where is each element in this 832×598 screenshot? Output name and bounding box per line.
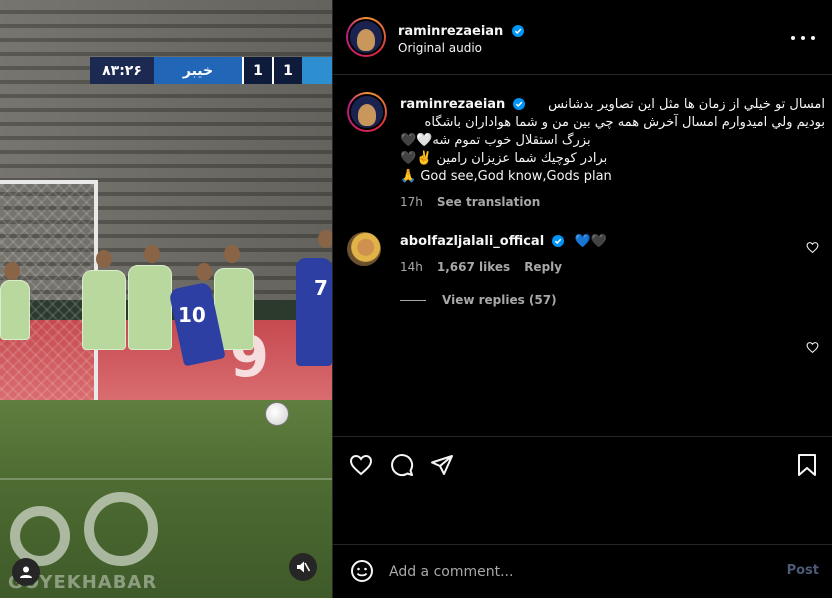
tagged-users-button[interactable] (12, 558, 40, 586)
wall-player (128, 265, 172, 350)
score-a: 1 (242, 57, 272, 84)
caption-username[interactable]: raminrezaeian (400, 97, 505, 112)
teammate-number: 7 (314, 276, 328, 300)
speaker-muted-icon (297, 561, 310, 573)
view-replies-label: View replies (57) (442, 293, 557, 307)
comment-text: 💙🖤 (574, 234, 607, 249)
comment-likes[interactable]: 1,667 likes (437, 260, 510, 274)
add-comment-bar: Post (333, 544, 832, 598)
caption-time: 17h (400, 195, 423, 209)
mute-button[interactable] (289, 553, 317, 581)
author-username[interactable]: raminrezaeian (398, 24, 503, 39)
action-bar (333, 436, 832, 546)
caption-line: بزرگ استقلال خوب تموم شه🤍🖤 (400, 133, 591, 148)
team-name: خیبر (154, 57, 242, 84)
comment-meta: 14h 1,667 likes Reply (400, 260, 562, 274)
like-comment-heart-icon[interactable] (806, 241, 819, 254)
verified-badge-icon (512, 25, 525, 37)
caption-meta: 17h See translation (400, 195, 540, 209)
scoreboard: ۸۳:۲۶ خیبر 1 1 (90, 57, 332, 84)
like-caption-heart-icon[interactable] (806, 341, 819, 354)
view-replies-button[interactable]: View replies (57) (400, 293, 557, 307)
comment-input[interactable] (389, 561, 749, 583)
teammate-player (296, 258, 332, 366)
verified-badge-icon (513, 98, 526, 110)
comment-time: 14h (400, 260, 423, 274)
video-player[interactable]: 9 10 7 ۸۳:۲۶ خیبر 1 1 GOYEKHABAR (0, 0, 332, 598)
commenter-avatar[interactable] (347, 232, 381, 266)
reply-button[interactable]: Reply (524, 260, 562, 274)
save-bookmark-icon[interactable] (796, 453, 818, 477)
shooter-number: 10 (178, 303, 206, 327)
score-b: 1 (272, 57, 302, 84)
wall-player (0, 280, 30, 340)
post-comment-button[interactable]: Post (787, 563, 819, 578)
see-translation-link[interactable]: See translation (437, 195, 540, 209)
user-icon (20, 566, 32, 578)
match-clock: ۸۳:۲۶ (90, 57, 154, 84)
caption-line: امسال تو خيلي از زمان ها مثل اين تصاوير … (548, 97, 825, 112)
post-header: raminrezaeian Original audio (333, 0, 832, 75)
emoji-smiley-icon[interactable] (350, 559, 374, 583)
caption-line: 🙏 God see,God know,Gods plan (400, 169, 612, 184)
wall-player (82, 270, 126, 350)
audio-label[interactable]: Original audio (398, 41, 482, 55)
caption-line: برادر کوچيك شما عزيزان رامين ✌️🖤 (400, 151, 608, 166)
team-badge (302, 57, 332, 84)
share-paper-plane-icon[interactable] (430, 453, 454, 477)
author-avatar[interactable] (346, 17, 386, 57)
caption-avatar[interactable] (347, 92, 387, 132)
caption-line: بوديم ولي اميدوارم امسال آخرش همه چي بين… (424, 115, 825, 130)
like-heart-icon[interactable] (349, 453, 373, 477)
football (265, 402, 289, 426)
more-options-button[interactable] (791, 28, 815, 48)
commenter-username[interactable]: abolfazljalali_offical (400, 234, 544, 249)
comment-icon[interactable] (390, 453, 414, 477)
verified-badge-icon (552, 235, 565, 247)
more-icon-dot (791, 36, 795, 40)
post-panel: raminrezaeian Original audio raminrezaei… (332, 0, 832, 598)
